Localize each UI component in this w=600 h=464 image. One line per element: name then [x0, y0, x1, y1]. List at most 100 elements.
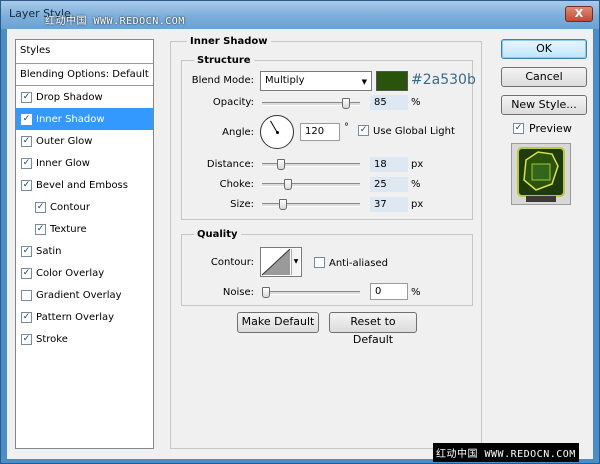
angle-input[interactable]: 120 — [300, 123, 340, 141]
contour-label: Contour: — [210, 257, 254, 268]
inner-shadow-title: Inner Shadow — [187, 36, 271, 47]
style-item-label: Inner Shadow — [36, 113, 105, 125]
preview-checkbox[interactable]: ✓ — [513, 123, 524, 134]
title-bar[interactable]: Layer Style 红动中国 WWW.REDOCN.COM X — [1, 1, 599, 29]
style-preview — [511, 143, 571, 205]
style-item-inner-glow[interactable]: ✓ Inner Glow — [16, 152, 153, 174]
style-item-bevel-and-emboss[interactable]: ✓ Bevel and Emboss — [16, 174, 153, 196]
angle-label: Angle: — [222, 127, 254, 138]
watermark-bottom: 红动中国 WWW.REDOCN.COM — [433, 443, 579, 462]
distance-label: Distance: — [206, 159, 254, 170]
style-item-pattern-overlay[interactable]: ✓ Pattern Overlay — [16, 306, 153, 328]
style-checkbox[interactable]: ✓ — [21, 333, 32, 345]
structure-group: Structure Blend Mode: Multiply ▼ #2a530b… — [181, 55, 476, 220]
preview-label: Preview — [529, 122, 572, 135]
style-item-gradient-overlay[interactable]: Gradient Overlay — [16, 284, 153, 306]
style-checkbox[interactable] — [21, 289, 32, 301]
blend-mode-value: Multiply — [265, 75, 305, 86]
distance-slider[interactable] — [262, 159, 360, 170]
style-item-label: Satin — [36, 245, 62, 257]
quality-title: Quality — [194, 229, 241, 240]
opacity-label: Opacity: — [212, 97, 254, 108]
ok-button[interactable]: OK — [501, 39, 587, 59]
style-checkbox[interactable]: ✓ — [21, 179, 32, 191]
size-thumb[interactable] — [279, 199, 287, 210]
size-input[interactable]: 37 — [370, 197, 408, 212]
style-item-contour[interactable]: ✓ Contour — [16, 196, 153, 218]
blend-mode-select[interactable]: Multiply ▼ — [260, 71, 372, 91]
noise-label: Noise: — [222, 287, 254, 298]
style-checkbox[interactable]: ✓ — [21, 311, 32, 323]
styles-header[interactable]: Styles — [16, 40, 153, 64]
style-checkbox[interactable]: ✓ — [21, 91, 32, 103]
choke-unit: % — [411, 179, 421, 190]
noise-input[interactable]: 0 — [370, 283, 408, 300]
style-item-label: Texture — [50, 223, 87, 235]
cancel-button[interactable]: Cancel — [501, 67, 587, 87]
shadow-color-hex: #2a530b — [411, 72, 476, 88]
style-checkbox[interactable]: ✓ — [21, 245, 32, 257]
global-light-label: Use Global Light — [373, 126, 455, 137]
contour-picker[interactable]: ▼ — [260, 247, 302, 277]
choke-input[interactable]: 25 — [370, 177, 408, 192]
chevron-down-icon: ▼ — [291, 249, 300, 275]
angle-center-dot — [276, 131, 279, 134]
size-label: Size: — [230, 199, 254, 210]
choke-slider[interactable] — [262, 179, 360, 190]
preview-swatch-image — [512, 144, 570, 204]
style-checkbox[interactable]: ✓ — [21, 135, 32, 147]
style-item-stroke[interactable]: ✓ Stroke — [16, 328, 153, 350]
style-checkbox[interactable]: ✓ — [21, 113, 32, 125]
anti-aliased-checkbox[interactable] — [314, 257, 325, 268]
blending-options-item[interactable]: Blending Options: Default — [16, 64, 153, 86]
shadow-color-swatch[interactable] — [376, 71, 408, 91]
style-item-label: Contour — [50, 201, 90, 213]
watermark-top: 红动中国 WWW.REDOCN.COM — [45, 16, 185, 27]
style-item-label: Pattern Overlay — [36, 311, 115, 323]
style-item-label: Color Overlay — [36, 267, 105, 279]
global-light-checkbox[interactable]: ✓ — [358, 125, 369, 136]
size-slider[interactable] — [262, 199, 360, 210]
styles-list: Styles Blending Options: Default ✓ Drop S… — [15, 39, 154, 449]
angle-unit: ° — [344, 122, 349, 133]
style-item-inner-shadow[interactable]: ✓ Inner Shadow — [16, 108, 153, 130]
distance-unit: px — [411, 159, 424, 170]
style-item-satin[interactable]: ✓ Satin — [16, 240, 153, 262]
contour-curve-icon — [261, 248, 291, 276]
style-item-texture[interactable]: ✓ Texture — [16, 218, 153, 240]
chevron-down-icon: ▼ — [361, 78, 367, 86]
choke-thumb[interactable] — [284, 179, 292, 190]
opacity-slider[interactable] — [262, 98, 360, 109]
style-checkbox[interactable]: ✓ — [21, 267, 32, 279]
angle-dial[interactable] — [260, 115, 294, 149]
style-item-drop-shadow[interactable]: ✓ Drop Shadow — [16, 86, 153, 108]
style-checkbox[interactable]: ✓ — [35, 201, 46, 213]
style-item-label: Inner Glow — [36, 157, 90, 169]
opacity-thumb[interactable] — [342, 98, 350, 109]
size-unit: px — [411, 199, 424, 210]
anti-aliased-label: Anti-aliased — [329, 258, 389, 269]
noise-slider[interactable] — [262, 287, 360, 298]
new-style-button[interactable]: New Style... — [501, 95, 587, 115]
style-item-label: Gradient Overlay — [36, 289, 122, 301]
close-button[interactable]: X — [565, 6, 593, 22]
noise-unit: % — [411, 287, 421, 298]
noise-thumb[interactable] — [262, 287, 270, 298]
style-item-label: Stroke — [36, 333, 68, 345]
make-default-button[interactable]: Make Default — [237, 312, 319, 333]
distance-thumb[interactable] — [277, 159, 285, 170]
style-items: ✓ Drop Shadow ✓ Inner Shadow ✓ Outer Glow ✓ Inn… — [16, 86, 153, 350]
style-item-label: Bevel and Emboss — [36, 179, 128, 191]
quality-group: Quality Contour: ▼ Anti-aliased Noise: 0… — [181, 229, 473, 306]
style-checkbox[interactable]: ✓ — [21, 157, 32, 169]
style-item-label: Outer Glow — [36, 135, 93, 147]
style-item-outer-glow[interactable]: ✓ Outer Glow — [16, 130, 153, 152]
style-checkbox[interactable]: ✓ — [35, 223, 46, 235]
reset-default-button[interactable]: Reset to Default — [329, 312, 417, 346]
style-item-color-overlay[interactable]: ✓ Color Overlay — [16, 262, 153, 284]
blend-mode-label: Blend Mode: — [191, 75, 254, 86]
distance-input[interactable]: 18 — [370, 157, 408, 172]
inner-shadow-group: Inner Shadow Structure Blend Mode: Multi… — [170, 36, 482, 449]
opacity-unit: % — [411, 97, 421, 108]
opacity-input[interactable]: 85 — [370, 95, 408, 110]
